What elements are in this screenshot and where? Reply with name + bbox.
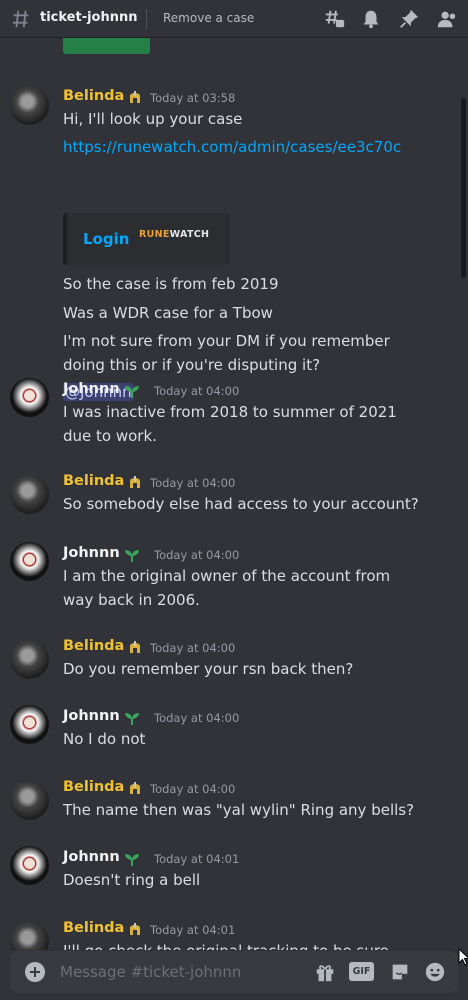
message-text: I am the original owner of the account f… (63, 567, 391, 585)
author-name[interactable]: Johnnn (63, 381, 120, 397)
add-icon[interactable] (25, 962, 45, 982)
author-name[interactable]: Belinda (63, 920, 124, 936)
pin-icon[interactable] (398, 8, 420, 30)
avatar[interactable] (10, 922, 49, 950)
message-text: Was a WDR case for a Tbow (63, 304, 273, 322)
message-text: I was inactive from 2018 to summer of 20… (63, 403, 397, 421)
link-embed: Login RUNEWATCH (63, 213, 230, 265)
scrollbar[interactable] (461, 98, 466, 278)
message-belinda-0358: Belinda Today at 03:58 Hi, I'll look up … (0, 86, 468, 401)
threads-icon[interactable] (324, 8, 346, 30)
message-composer: GIF (10, 951, 458, 993)
channel-name: ticket-johnnn (40, 10, 138, 25)
author-name[interactable]: Belinda (63, 88, 124, 104)
timestamp: Today at 04:00 (154, 548, 240, 562)
avatar[interactable] (10, 542, 49, 581)
gift-icon[interactable] (314, 961, 336, 983)
embed-login-link[interactable]: Login (83, 230, 129, 248)
timestamp: Today at 04:00 (154, 384, 240, 398)
bell-icon[interactable] (360, 8, 382, 30)
message-text: doing this or if you're disputing it? (63, 356, 321, 374)
helmet-badge-icon (130, 923, 140, 935)
avatar[interactable] (10, 475, 49, 514)
timestamp: Today at 04:00 (154, 711, 240, 725)
gif-icon[interactable]: GIF (349, 962, 374, 981)
timestamp: Today at 03:58 (150, 91, 236, 105)
message-text: Doesn't ring a bell (63, 871, 201, 889)
helmet-badge-icon (130, 91, 140, 103)
members-icon[interactable] (436, 8, 458, 30)
message-list[interactable]: Belinda Today at 03:58 Hi, I'll look up … (0, 38, 468, 950)
hash-icon (12, 10, 29, 28)
timestamp: Today at 04:01 (154, 852, 240, 866)
message-text: Hi, I'll look up your case (63, 110, 243, 128)
message-text: So the case is from feb 2019 (63, 275, 279, 293)
author-name[interactable]: Johnnn (63, 545, 120, 561)
helmet-badge-icon (130, 476, 140, 488)
avatar[interactable] (10, 846, 49, 885)
message-input[interactable] (60, 959, 310, 985)
channel-header: ticket-johnnn Remove a case (0, 0, 468, 38)
header-divider (146, 9, 147, 29)
message-text: I'm not sure from your DM if you remembe… (63, 332, 390, 350)
author-name[interactable]: Belinda (63, 473, 124, 489)
avatar[interactable] (10, 86, 49, 125)
avatar[interactable] (10, 378, 49, 417)
sprout-badge-icon (125, 386, 139, 398)
helmet-badge-icon (130, 641, 140, 653)
message-text: So somebody else had access to your acco… (63, 495, 419, 513)
sprout-badge-icon (125, 854, 139, 866)
sticker-icon[interactable] (389, 961, 411, 983)
message-text: The name then was "yal wylin" Ring any b… (63, 801, 415, 819)
channel-topic[interactable]: Remove a case (163, 11, 254, 25)
timestamp: Today at 04:00 (150, 641, 236, 655)
message-text: Do you remember your rsn back then? (63, 660, 354, 678)
helmet-badge-icon (130, 782, 140, 794)
timestamp: Today at 04:01 (150, 923, 236, 937)
runewatch-logo: RUNEWATCH (139, 229, 210, 240)
author-name[interactable]: Johnnn (63, 708, 120, 724)
mouse-cursor-icon (458, 948, 468, 966)
timestamp: Today at 04:00 (150, 782, 236, 796)
embed-button-cutoff[interactable] (63, 38, 150, 54)
author-name[interactable]: Belinda (63, 779, 124, 795)
sprout-badge-icon (125, 550, 139, 562)
sprout-badge-icon (125, 713, 139, 725)
message-text: due to work. (63, 427, 157, 445)
author-name[interactable]: Belinda (63, 638, 124, 654)
message-text: way back in 2006. (63, 591, 200, 609)
message-text: I'll go check the original tracking to b… (63, 942, 389, 950)
message-text: No I do not (63, 730, 146, 748)
avatar[interactable] (10, 781, 49, 820)
emoji-icon[interactable] (424, 961, 446, 983)
avatar[interactable] (10, 640, 49, 679)
case-link[interactable]: https://runewatch.com/admin/cases/ee3c70… (63, 138, 401, 156)
author-name[interactable]: Johnnn (63, 849, 120, 865)
timestamp: Today at 04:00 (150, 476, 236, 490)
avatar[interactable] (10, 705, 49, 744)
